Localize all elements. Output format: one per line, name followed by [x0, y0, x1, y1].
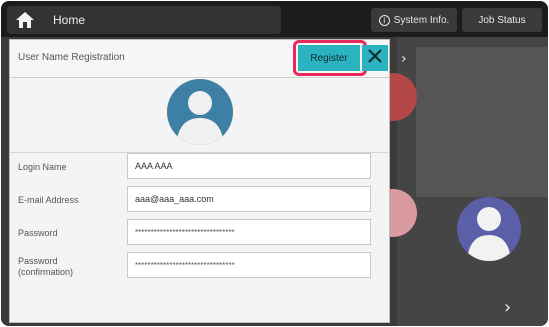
home-label: Home [53, 13, 86, 27]
job-status-button[interactable]: Job Status [462, 8, 542, 32]
background-panel [416, 47, 548, 197]
system-info-label: System Info. [393, 14, 450, 26]
dialog-header: User Name Registration Register [10, 40, 389, 78]
login-name-label: Login Name [18, 162, 67, 172]
email-input[interactable]: aaa@aaa_aaa.com [127, 186, 371, 212]
home-button[interactable]: Home [7, 6, 281, 34]
background-avatar-blue [457, 197, 521, 261]
password-label: Password [18, 228, 58, 238]
login-name-input[interactable]: AAA AAA [127, 153, 371, 179]
close-button[interactable] [362, 45, 388, 71]
next-page-chevron-icon[interactable]: › [504, 297, 511, 318]
password-confirm-label: Password (confirmation) [18, 256, 74, 277]
register-button[interactable]: Register [298, 45, 360, 71]
info-icon: i [378, 14, 390, 26]
device-screen: › › Home i System Info. Job Status User … [1, 1, 548, 326]
close-icon [367, 48, 383, 69]
top-bar: Home i System Info. Job Status [1, 1, 548, 37]
email-label: E-mail Address [18, 195, 79, 205]
home-icon [15, 11, 35, 29]
dialog-title: User Name Registration [18, 52, 125, 63]
chevron-right-icon[interactable]: › [401, 51, 407, 67]
register-label: Register [310, 52, 348, 64]
password-input[interactable]: ******************************** [127, 219, 371, 245]
system-info-button[interactable]: i System Info. [371, 8, 457, 32]
user-avatar[interactable] [166, 78, 234, 146]
job-status-label: Job Status [478, 14, 526, 26]
password-confirm-input[interactable]: ******************************** [127, 252, 371, 278]
user-registration-dialog: User Name Registration Register Login Na… [9, 39, 390, 323]
